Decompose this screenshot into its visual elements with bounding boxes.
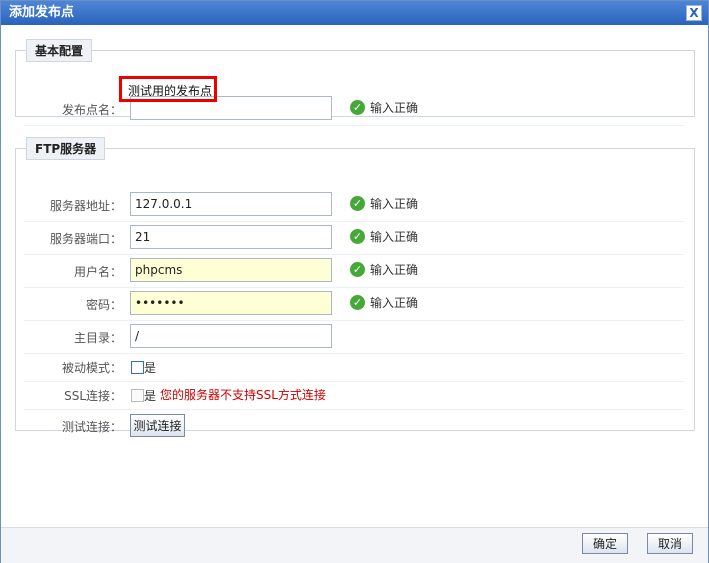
check-circle-icon: ✓	[350, 196, 365, 211]
password-status-text: 输入正确	[370, 296, 419, 310]
passive-mode-label: 被动模式：	[61, 361, 122, 375]
password-status: ✓ 输入正确	[350, 295, 418, 311]
host-status-text: 输入正确	[370, 197, 419, 211]
username-status-text: 输入正确	[370, 263, 419, 277]
row-passive-mode: 被动模式： 是	[24, 353, 684, 382]
row-test-connection: 测试连接： 测试连接	[24, 409, 684, 442]
test-connection-button[interactable]: 测试连接	[130, 414, 185, 437]
publish-name-status: ✓ 输入正确	[350, 100, 418, 116]
dialog-footer: 确定 取消	[1, 527, 708, 563]
check-circle-icon: ✓	[350, 229, 365, 244]
port-input[interactable]	[130, 225, 332, 249]
close-icon[interactable]: X	[686, 5, 702, 21]
add-publish-point-dialog: 添加发布点 X 基本配置 发布点名： ✓ 输入正确 FTP服务器 服务器地址： …	[0, 0, 709, 563]
check-circle-icon: ✓	[350, 100, 365, 115]
ssl-checkbox[interactable]	[131, 389, 144, 402]
port-label: 服务器端口：	[49, 232, 122, 246]
ftp-server-section: FTP服务器 服务器地址： ✓ 输入正确 服务器端口： ✓ 输入正确 用户名： …	[15, 137, 695, 437]
username-input[interactable]	[130, 258, 332, 282]
cancel-button[interactable]: 取消	[647, 533, 693, 554]
row-password: 密码： ✓ 输入正确	[24, 287, 684, 321]
test-connection-label: 测试连接：	[61, 420, 122, 434]
password-input[interactable]	[130, 291, 332, 315]
dialog-title-bar: 添加发布点 X	[1, 1, 708, 25]
row-ssl: SSL连接： 是 您的服务器不支持SSL方式连接	[24, 381, 684, 410]
basic-config-section: 基本配置 发布点名： ✓ 输入正确	[15, 39, 695, 126]
publish-name-label: 发布点名：	[61, 103, 122, 117]
publish-name-value: 测试用的发布点	[128, 84, 213, 98]
ftp-server-legend: FTP服务器	[26, 137, 106, 160]
port-status: ✓ 输入正确	[350, 229, 418, 245]
row-home-dir: 主目录：	[24, 320, 684, 354]
ssl-label: SSL连接：	[64, 389, 122, 403]
ok-button[interactable]: 确定	[582, 533, 628, 554]
basic-config-legend: 基本配置	[26, 39, 93, 62]
check-circle-icon: ✓	[350, 295, 365, 310]
host-input[interactable]	[130, 192, 332, 216]
host-status: ✓ 输入正确	[350, 196, 418, 212]
home-dir-input[interactable]	[130, 324, 332, 348]
ssl-warning: 您的服务器不支持SSL方式连接	[160, 388, 326, 402]
host-label: 服务器地址：	[49, 199, 122, 213]
username-label: 用户名：	[73, 265, 122, 279]
port-status-text: 输入正确	[370, 230, 419, 244]
username-status: ✓ 输入正确	[350, 262, 418, 278]
row-username: 用户名： ✓ 输入正确	[24, 254, 684, 288]
home-dir-label: 主目录：	[73, 331, 122, 345]
check-circle-icon: ✓	[350, 262, 365, 277]
passive-mode-checkbox[interactable]	[131, 361, 144, 374]
password-label: 密码：	[85, 298, 122, 312]
dialog-title: 添加发布点	[9, 5, 75, 20]
passive-mode-option: 是	[144, 361, 157, 375]
publish-name-status-text: 输入正确	[370, 101, 419, 115]
row-host: 服务器地址： ✓ 输入正确	[24, 188, 684, 222]
ssl-option: 是	[144, 389, 157, 403]
row-port: 服务器端口： ✓ 输入正确	[24, 221, 684, 255]
